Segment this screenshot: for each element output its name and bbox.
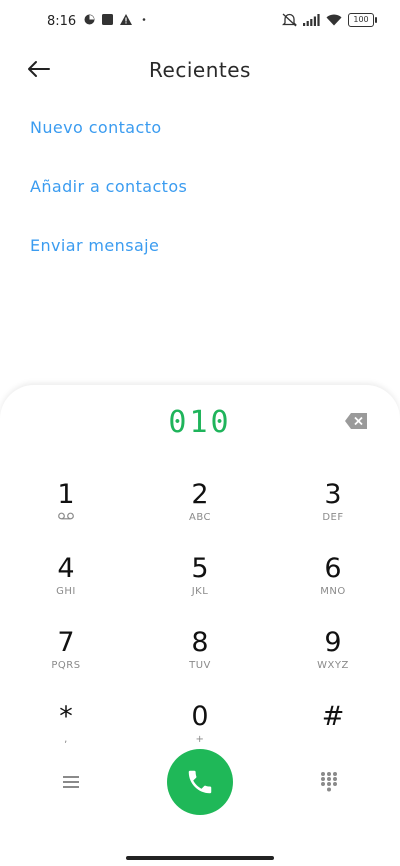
backspace-icon[interactable] xyxy=(345,413,367,429)
key-0-digit: 0 xyxy=(191,701,209,732)
key-9-digit: 9 xyxy=(324,627,342,658)
dialed-number: 010 xyxy=(168,405,232,440)
key-8-letters: TUV xyxy=(189,660,211,671)
key-2-digit: 2 xyxy=(191,479,209,510)
key-4-letters: GHI xyxy=(56,586,76,597)
square-icon xyxy=(102,14,113,25)
key-7[interactable]: 7 PQRS xyxy=(21,628,111,688)
key-8[interactable]: 8 TUV xyxy=(155,628,245,688)
signal-icon xyxy=(303,14,320,26)
key-hash-digit: # xyxy=(321,701,345,732)
wifi-icon xyxy=(326,14,342,26)
key-3[interactable]: 3 DEF xyxy=(288,480,378,540)
warning-icon xyxy=(120,14,132,25)
key-8-digit: 8 xyxy=(191,627,209,658)
key-6-letters: MNO xyxy=(320,586,346,597)
dialpad-bottom-bar xyxy=(0,746,400,826)
contact-actions: Nuevo contacto Añadir a contactos Enviar… xyxy=(30,118,187,295)
key-6-digit: 6 xyxy=(324,553,342,584)
key-1[interactable]: 1 xyxy=(21,480,111,540)
add-to-contacts-link[interactable]: Añadir a contactos xyxy=(30,177,187,196)
key-2-letters: ABC xyxy=(188,512,211,523)
header: Recientes xyxy=(0,52,400,88)
key-3-letters: DEF xyxy=(322,512,344,523)
new-contact-link[interactable]: Nuevo contacto xyxy=(30,118,187,137)
status-bar: 8:16 100 xyxy=(0,0,400,44)
key-5-letters: JKL xyxy=(191,586,209,597)
key-star-letters: , xyxy=(64,734,68,745)
mute-icon xyxy=(282,13,297,27)
dot-icon xyxy=(142,18,146,21)
key-5-digit: 5 xyxy=(191,553,209,584)
phone-icon xyxy=(188,770,212,794)
key-4[interactable]: 4 GHI xyxy=(21,554,111,614)
key-6[interactable]: 6 MNO xyxy=(288,554,378,614)
status-time: 8:16 xyxy=(47,14,77,29)
keypad-toggle-icon[interactable] xyxy=(319,771,339,793)
page-title: Recientes xyxy=(149,58,251,82)
key-4-digit: 4 xyxy=(57,553,75,584)
key-9-letters: WXYZ xyxy=(317,660,349,671)
call-button[interactable] xyxy=(167,749,233,815)
alarm-icon xyxy=(84,14,95,25)
menu-icon[interactable] xyxy=(60,772,82,792)
key-9[interactable]: 9 WXYZ xyxy=(288,628,378,688)
key-7-digit: 7 xyxy=(57,627,75,658)
home-indicator[interactable] xyxy=(126,856,274,860)
dialpad-sheet: 010 1 2 ABC 3 DEF 4 GHI 5 JKL 6 MNO 7 PQ… xyxy=(0,385,400,866)
key-3-digit: 3 xyxy=(324,479,342,510)
key-1-digit: 1 xyxy=(57,479,75,510)
voicemail-icon xyxy=(58,512,74,520)
key-hash-letters xyxy=(288,734,378,746)
key-7-letters: PQRS xyxy=(51,660,81,671)
key-star-digit: * xyxy=(59,701,73,732)
key-0-letters: + xyxy=(195,734,205,745)
key-2[interactable]: 2 ABC xyxy=(155,480,245,540)
key-5[interactable]: 5 JKL xyxy=(155,554,245,614)
send-message-link[interactable]: Enviar mensaje xyxy=(30,236,187,255)
battery-icon: 100 xyxy=(348,13,377,27)
